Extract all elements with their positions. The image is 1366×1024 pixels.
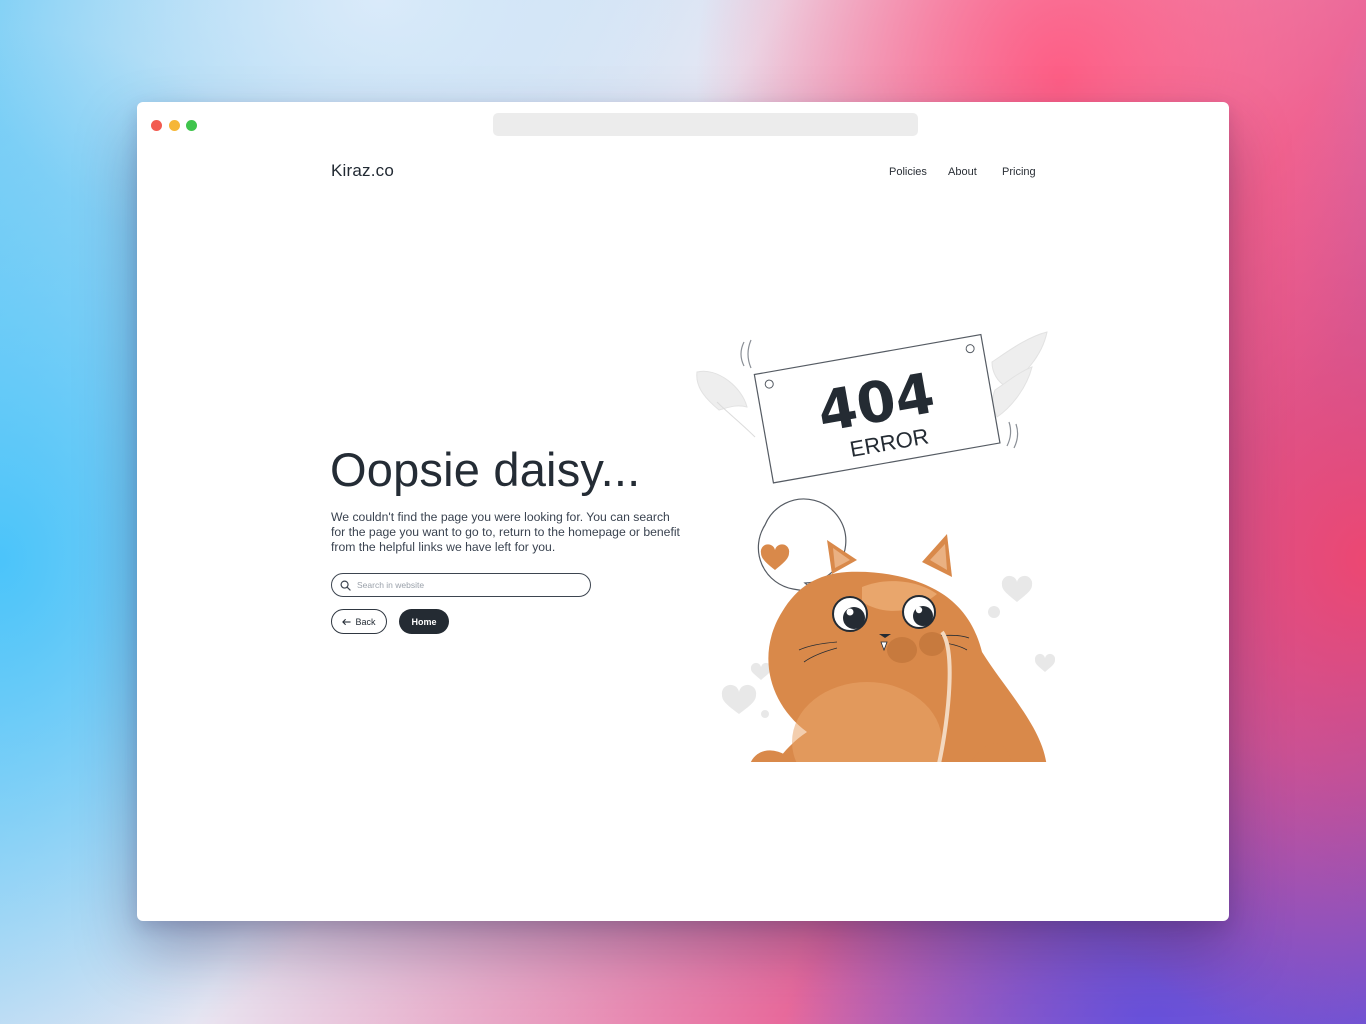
minimize-window-dot[interactable] [169, 120, 180, 131]
search-box[interactable] [331, 573, 591, 597]
maximize-window-dot[interactable] [186, 120, 197, 131]
home-button-label: Home [411, 616, 437, 627]
back-button-label: Back [355, 616, 376, 627]
search-input[interactable] [357, 580, 577, 590]
page-title: Oopsie daisy... [330, 443, 641, 496]
nav-link-pricing[interactable]: Pricing [1002, 166, 1036, 178]
search-icon [340, 580, 351, 591]
leaf-left-decoration [696, 370, 756, 438]
address-bar[interactable] [493, 113, 918, 136]
nav-link-policies[interactable]: Policies [889, 166, 927, 178]
back-button[interactable]: Back [331, 609, 387, 634]
error-illustration: 404 ERROR [696, 331, 1056, 762]
arrow-left-icon [342, 618, 352, 625]
browser-window: Kiraz.co Policies About Pricing Oopsie d… [137, 102, 1229, 921]
close-window-dot[interactable] [151, 120, 162, 131]
leaf-right-decoration [991, 331, 1048, 418]
page-description: We couldn't find the page you were looki… [331, 510, 680, 554]
site-logo[interactable]: Kiraz.co [331, 161, 394, 181]
home-button[interactable]: Home [399, 609, 449, 634]
error-sign: 404 ERROR [753, 333, 1001, 484]
nav-link-about[interactable]: About [948, 166, 977, 178]
